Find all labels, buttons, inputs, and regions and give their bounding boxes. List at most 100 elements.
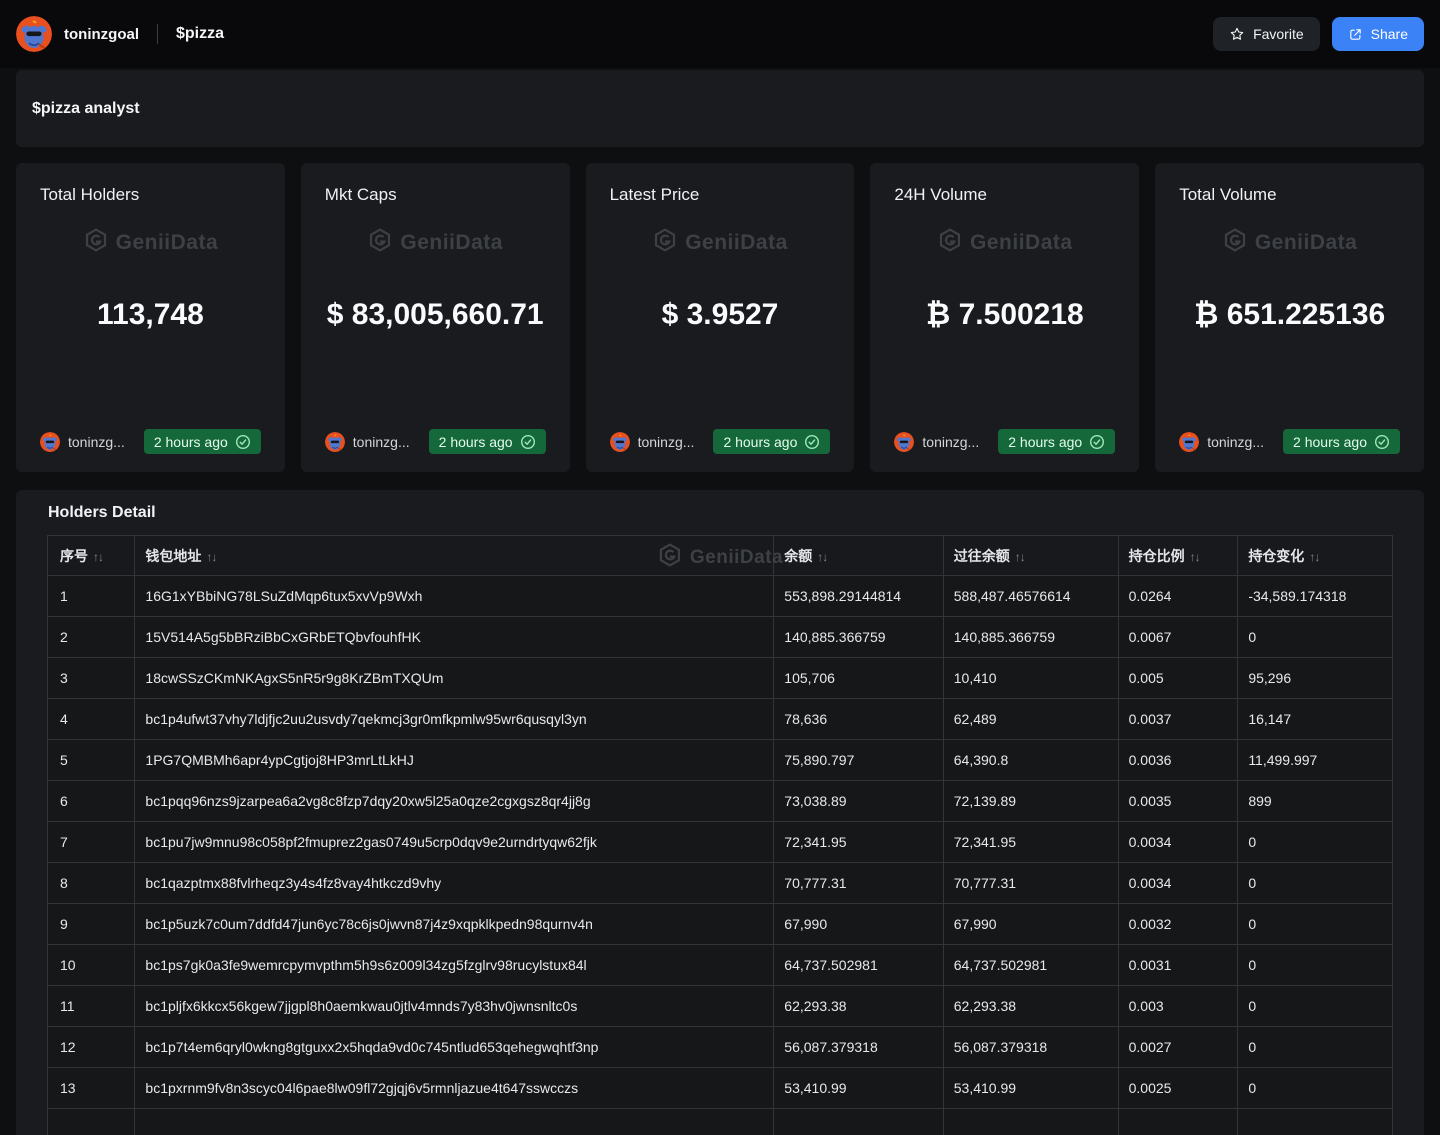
cell-balance: 78,636 <box>774 699 943 740</box>
cell-index: 7 <box>48 822 135 863</box>
profile-avatar-image <box>894 432 914 452</box>
cell-previous-balance: 62,489 <box>943 699 1118 740</box>
geniidata-watermark-text: GeniiData <box>970 231 1073 255</box>
footer-avatar <box>1179 432 1199 452</box>
cell-balance: 64,737.502981 <box>774 945 943 986</box>
cell-index: 10 <box>48 945 135 986</box>
cell-index <box>48 1109 135 1135</box>
time-badge: 2 hours ago <box>713 429 830 454</box>
geniidata-logo-slot <box>1222 227 1248 258</box>
cell-holding-change: 0 <box>1238 617 1393 658</box>
column-header[interactable]: 持仓比例↑↓ <box>1118 536 1238 576</box>
cell-holding-ratio <box>1118 1109 1238 1135</box>
cell-wallet-address: bc1pxrnm9fv8n3scyc04l6pae8lw09fl72gjqj6v… <box>135 1068 774 1109</box>
cell-previous-balance: 67,990 <box>943 904 1118 945</box>
stat-card-title: Total Volume <box>1179 185 1400 205</box>
cell-index: 1 <box>48 576 135 617</box>
sort-arrows-icon: ↑↓ <box>206 550 216 564</box>
table-row: 11 bc1pljfx6kkcx56kgew7jjgpl8h0aemkwau0j… <box>48 986 1393 1027</box>
footer-username: toninzg... <box>922 434 979 450</box>
column-header[interactable]: 序号↑↓ <box>48 536 135 576</box>
time-badge-label: 2 hours ago <box>723 434 797 450</box>
cell-holding-change: -34,589.174318 <box>1238 576 1393 617</box>
cell-previous-balance: 64,737.502981 <box>943 945 1118 986</box>
stat-card-footer: toninzg... 2 hours ago <box>610 429 831 454</box>
cell-holding-change: 11,499.997 <box>1238 740 1393 781</box>
cell-previous-balance: 140,885.366759 <box>943 617 1118 658</box>
cell-balance: 105,706 <box>774 658 943 699</box>
cell-holding-ratio: 0.0037 <box>1118 699 1238 740</box>
favorite-label: Favorite <box>1253 26 1304 42</box>
stat-card-footer: toninzg... 2 hours ago <box>1179 429 1400 454</box>
header-divider <box>157 24 158 44</box>
cell-wallet-address: 1PG7QMBMh6apr4ypCgtjoj8HP3mrLtLkHJ <box>135 740 774 781</box>
cell-wallet-address: 16G1xYBbiNG78LSuZdMqp6tux5xvVp9Wxh <box>135 576 774 617</box>
geniidata-logo-slot <box>83 227 109 258</box>
cell-holding-ratio: 0.0032 <box>1118 904 1238 945</box>
username[interactable]: toninzgoal <box>64 26 139 43</box>
stat-card: Total Holders GeniiData 113,748 toninzg.… <box>16 163 285 472</box>
geniidata-logo-slot <box>652 227 678 258</box>
geniidata-logo-icon <box>652 227 678 253</box>
footer-username: toninzg... <box>638 434 695 450</box>
table-row: 13 bc1pxrnm9fv8n3scyc04l6pae8lw09fl72gjq… <box>48 1068 1393 1109</box>
stat-card-title: Total Holders <box>40 185 261 205</box>
cell-wallet-address: bc1pu7jw9mnu98c058pf2fmuprez2gas0749u5cr… <box>135 822 774 863</box>
holders-table-wrap: GeniiData 序号↑↓ 钱包地址↑↓ 余额↑↓ 过往余额↑↓ 持仓比例↑↓… <box>47 535 1393 1135</box>
user-avatar[interactable] <box>16 16 52 52</box>
cell-wallet-address: bc1ps7gk0a3fe9wemrcpymvpthm5h9s6z009l34z… <box>135 945 774 986</box>
geniidata-logo-slot <box>937 227 963 258</box>
cell-holding-change <box>1238 1109 1393 1135</box>
stat-card-value: 113,748 <box>40 298 261 333</box>
favorite-button[interactable]: Favorite <box>1213 17 1320 51</box>
profile-avatar-image <box>16 16 52 52</box>
check-circle-icon <box>1374 434 1390 450</box>
cell-index: 13 <box>48 1068 135 1109</box>
column-header[interactable]: 持仓变化↑↓ <box>1238 536 1393 576</box>
cell-index: 11 <box>48 986 135 1027</box>
token-title: $pizza <box>176 25 224 43</box>
table-header-row: 序号↑↓ 钱包地址↑↓ 余额↑↓ 过往余额↑↓ 持仓比例↑↓ 持仓变化↑↓ <box>48 536 1393 576</box>
time-badge-label: 2 hours ago <box>154 434 228 450</box>
cell-wallet-address: 15V514A5g5bBRziBbCxGRbETQbvfouhfHK <box>135 617 774 658</box>
cell-holding-ratio: 0.0034 <box>1118 863 1238 904</box>
cell-index: 6 <box>48 781 135 822</box>
cell-balance: 72,341.95 <box>774 822 943 863</box>
cell-wallet-address: bc1qazptmx88fvlrheqz3y4s4fz8vay4htkczd9v… <box>135 863 774 904</box>
stat-card-value: $ 3.9527 <box>610 298 831 333</box>
cell-holding-change: 0 <box>1238 863 1393 904</box>
column-header[interactable]: 过往余额↑↓ <box>943 536 1118 576</box>
check-circle-icon <box>804 434 820 450</box>
geniidata-watermark-text: GeniiData <box>400 231 503 255</box>
cell-holding-change: 0 <box>1238 945 1393 986</box>
table-row: 7 bc1pu7jw9mnu98c058pf2fmuprez2gas0749u5… <box>48 822 1393 863</box>
external-link-icon <box>1348 27 1363 42</box>
cell-holding-change: 899 <box>1238 781 1393 822</box>
table-row: 9 bc1p5uzk7c0um7ddfd47jun6yc78c6js0jwvn8… <box>48 904 1393 945</box>
profile-avatar-image <box>325 432 345 452</box>
cell-wallet-address <box>135 1109 774 1135</box>
footer-username: toninzg... <box>1207 434 1264 450</box>
cell-holding-change: 0 <box>1238 1027 1393 1068</box>
geniidata-watermark-text: GeniiData <box>116 231 219 255</box>
stat-card-title: Mkt Caps <box>325 185 546 205</box>
geniidata-logo-icon <box>1222 227 1248 253</box>
cell-index: 3 <box>48 658 135 699</box>
column-header[interactable]: 钱包地址↑↓ <box>135 536 774 576</box>
cell-wallet-address: bc1pqq96nzs9jzarpea6a2vg8c8fzp7dqy20xw5l… <box>135 781 774 822</box>
cell-holding-change: 0 <box>1238 986 1393 1027</box>
geniidata-logo-icon <box>83 227 109 253</box>
stat-card-title: 24H Volume <box>894 185 1115 205</box>
cell-index: 8 <box>48 863 135 904</box>
column-header[interactable]: 余额↑↓ <box>774 536 943 576</box>
stat-card-title: Latest Price <box>610 185 831 205</box>
check-circle-icon <box>235 434 251 450</box>
stat-card-footer: toninzg... 2 hours ago <box>894 429 1115 454</box>
share-button[interactable]: Share <box>1332 17 1424 51</box>
profile-avatar-image <box>40 432 60 452</box>
stat-card-value: ₿ 651.225136 <box>1179 298 1400 333</box>
footer-avatar <box>894 432 914 452</box>
stat-card-footer: toninzg... 2 hours ago <box>325 429 546 454</box>
cell-balance: 73,038.89 <box>774 781 943 822</box>
geniidata-watermark: GeniiData <box>1179 227 1400 258</box>
